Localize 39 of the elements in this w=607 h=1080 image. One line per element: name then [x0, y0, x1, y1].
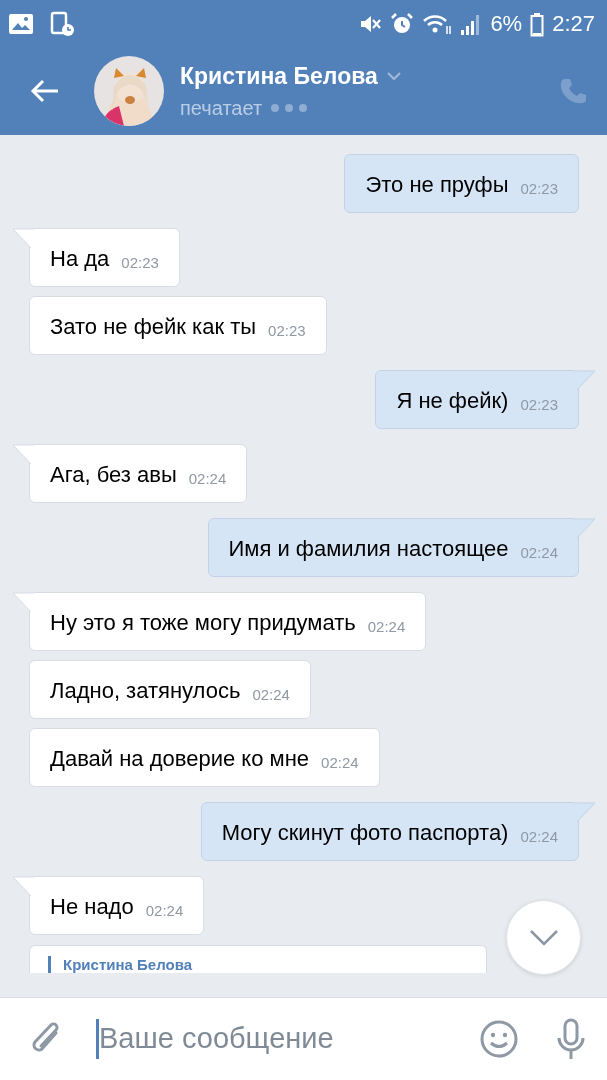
message-time: 02:23 — [268, 320, 306, 341]
back-arrow-icon[interactable] — [30, 79, 60, 104]
chevron-down-icon — [385, 71, 402, 81]
message-composer[interactable]: Ваше сообщение — [0, 997, 607, 1080]
clock-time: 2:27 — [552, 10, 595, 38]
message-time: 02:23 — [121, 252, 159, 273]
message-text: Я не фейк) — [396, 387, 509, 415]
message-text: Давай на доверие ко мне — [50, 745, 310, 773]
message-text: Могу скинут фото паспорта) — [221, 819, 509, 847]
chevron-down-icon — [528, 928, 559, 947]
message-time: 02:24 — [145, 900, 184, 921]
emoji-icon[interactable] — [479, 1019, 519, 1059]
battery-percent: 6% — [490, 10, 523, 38]
phone-icon[interactable] — [559, 77, 587, 105]
message-time: 02:24 — [367, 616, 406, 637]
message-text: Ладно, затянулось — [50, 677, 241, 705]
message-text: Это не пруфы — [365, 171, 509, 199]
message-time: 02:23 — [520, 178, 558, 199]
battery-icon — [530, 13, 545, 38]
message-input[interactable]: Ваше сообщение — [96, 1019, 479, 1059]
message-text: Ну это я тоже могу придумать — [50, 609, 356, 637]
message-text: Не надо — [50, 893, 134, 921]
message-time: 02:24 — [252, 684, 290, 705]
phone-clock-icon — [50, 10, 76, 37]
typing-status: печатает — [180, 96, 263, 122]
image-icon — [8, 12, 34, 35]
microphone-icon[interactable] — [555, 1018, 587, 1060]
alarm-icon — [390, 11, 415, 36]
message-text: Ага, без авы — [50, 461, 177, 489]
contact-name: Кристина Белова — [180, 61, 378, 91]
message-text: На да — [50, 245, 110, 273]
message-time: 02:24 — [188, 468, 227, 489]
message-time: 02:24 — [321, 752, 359, 773]
message-time: 02:24 — [520, 826, 558, 847]
message-time: 02:24 — [520, 542, 558, 563]
forwarded-sender: Кристина Белова — [48, 956, 468, 973]
message-text: Зато не фейк как ты — [50, 313, 257, 341]
message-text: Имя и фамилия настоящее — [228, 535, 509, 563]
message-time: 02:23 — [520, 394, 558, 415]
